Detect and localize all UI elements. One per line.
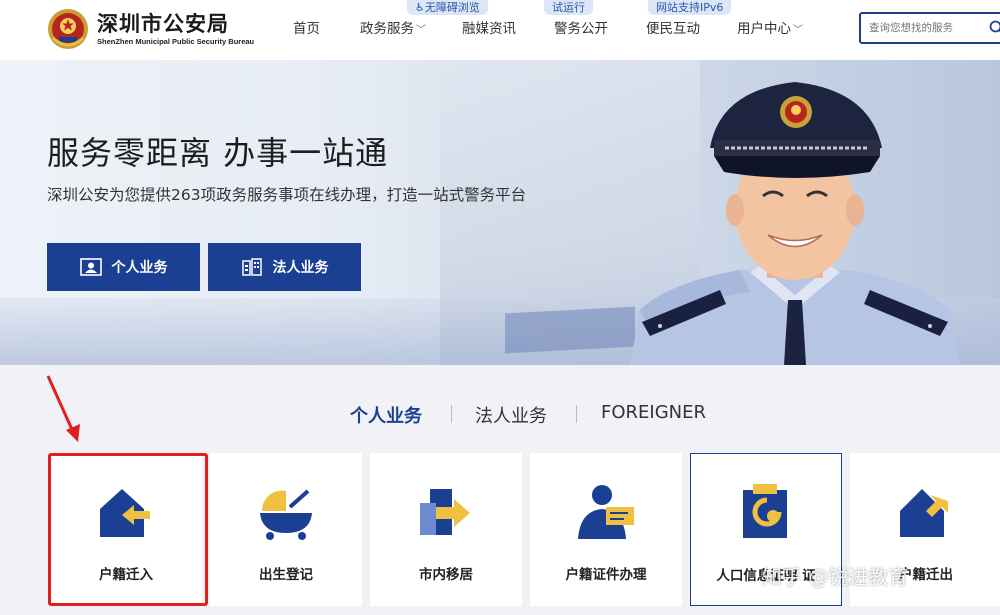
accessibility-tag[interactable]: ♿无障碍浏览 [407, 0, 488, 15]
tab-personal[interactable]: 个人业务 [350, 402, 422, 428]
chevron-down-icon: ﹀ [416, 25, 426, 36]
building-arrow-icon [420, 489, 470, 535]
trial-tag: 试运行 [544, 0, 593, 15]
ipv6-tag: 网站支持IPv6 [648, 0, 732, 15]
nav-interaction[interactable]: 便民互动 [646, 17, 700, 37]
watermark: 知乎 @锐进教育 [762, 565, 909, 589]
document-refresh-icon [743, 484, 787, 538]
chevron-down-icon: ﹀ [793, 25, 803, 36]
hero-sign-board [505, 306, 635, 354]
card-birth-registration[interactable]: 出生登记 [210, 453, 362, 606]
hero-banner: 服务零距离 办事一站通 深圳公安为您提供263项政务服务事项在线办理，打造一站式… [0, 60, 1000, 365]
card-label: 户籍证件办理 [565, 567, 647, 583]
nav-home[interactable]: 首页 [293, 17, 320, 37]
person-card-icon [578, 485, 634, 539]
hero-title: 服务零距离 办事一站通 [47, 134, 389, 172]
police-emblem-icon[interactable] [47, 8, 89, 50]
card-household-move-in[interactable]: 户籍迁入 [50, 453, 202, 606]
tab-foreigner[interactable]: FOREIGNER [601, 402, 706, 423]
logo-subtitle: ShenZhen Municipal Public Security Burea… [97, 37, 255, 46]
red-arrow-icon [46, 375, 80, 442]
card-label: 出生登记 [259, 567, 313, 583]
tab-divider [576, 405, 577, 423]
bottom-strip [0, 607, 1000, 615]
nav-gov-service[interactable]: 政务服务 ﹀ [360, 17, 426, 37]
hero-subtitle: 深圳公安为您提供263项政务服务事项在线办理，打造一站式警务平台 [47, 186, 527, 204]
card-label: 市内移居 [419, 567, 473, 583]
tab-legal[interactable]: 法人业务 [475, 402, 547, 428]
search-input[interactable] [861, 14, 986, 42]
legal-business-button[interactable]: 法人业务 [208, 243, 361, 291]
nav-police-affairs[interactable]: 警务公开 [554, 17, 608, 37]
search-icon[interactable] [989, 20, 1000, 36]
baby-cradle-icon [260, 489, 312, 540]
house-arrow-icon [100, 489, 150, 537]
search-box [859, 12, 1000, 44]
id-card-icon [79, 258, 102, 276]
card-city-relocation[interactable]: 市内移居 [370, 453, 522, 606]
accessibility-icon: ♿ [415, 1, 425, 14]
nav-media-news[interactable]: 融媒资讯 [462, 17, 516, 37]
tab-divider [451, 405, 452, 423]
card-household-certificate[interactable]: 户籍证件办理 [530, 453, 682, 606]
personal-business-button[interactable]: 个人业务 [47, 243, 200, 291]
house-export-icon [900, 489, 948, 537]
card-label: 户籍迁入 [99, 567, 153, 583]
logo-title[interactable]: 深圳市公安局 [97, 8, 229, 38]
header: 深圳市公安局 ShenZhen Municipal Public Securit… [0, 0, 1000, 60]
police-officer-image [630, 82, 960, 365]
building-icon [241, 258, 262, 276]
nav-user-center[interactable]: 用户中心 ﹀ [737, 17, 803, 37]
